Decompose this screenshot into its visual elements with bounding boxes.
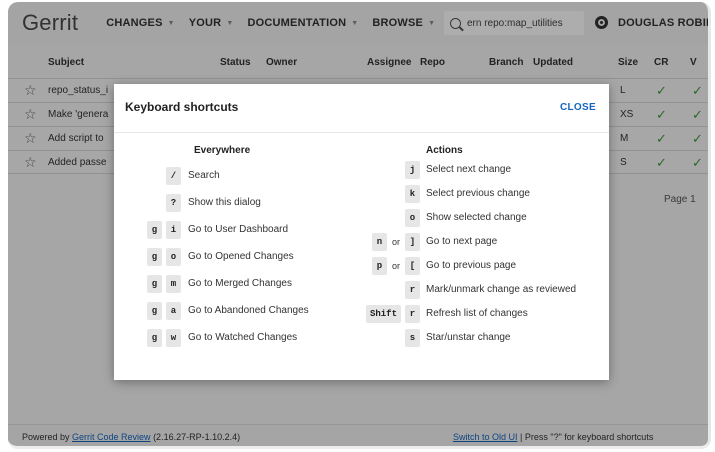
key-cap: r xyxy=(405,281,420,299)
shortcut-row: gw Go to Watched Changes xyxy=(114,328,344,348)
shortcut-label: Select next change xyxy=(426,164,512,175)
key-cap: g xyxy=(147,329,162,347)
key-cap: r xyxy=(405,305,420,323)
shortcut-row: k Select previous change xyxy=(344,184,609,204)
shortcut-row: s Star/unstar change xyxy=(344,328,609,348)
shortcut-row: / Search xyxy=(114,166,344,186)
shortcut-row: ga Go to Abandoned Changes xyxy=(114,301,344,321)
key-cap: g xyxy=(147,248,162,266)
key-cap: Shift xyxy=(365,305,401,323)
shortcut-label: Select previous change xyxy=(426,188,530,199)
shortcut-label: Go to User Dashboard xyxy=(188,224,289,235)
key-cap: w xyxy=(166,329,181,347)
shortcut-label: Mark/unmark change as reviewed xyxy=(426,284,577,295)
key-cap: / xyxy=(166,167,181,185)
shortcut-row: gm Go to Merged Changes xyxy=(114,274,344,294)
shortcut-row: o Show selected change xyxy=(344,208,609,228)
close-button[interactable]: CLOSE xyxy=(560,102,596,113)
key-cap: k xyxy=(405,185,420,203)
shortcut-row: gi Go to User Dashboard xyxy=(114,220,344,240)
shortcut-label: Go to previous page xyxy=(426,260,517,271)
key-cap: j xyxy=(405,161,420,179)
key-cap: g xyxy=(147,275,162,293)
dialog-title: Keyboard shortcuts xyxy=(125,100,239,114)
key-cap: [ xyxy=(405,257,420,275)
actions-heading: Actions xyxy=(426,145,463,156)
key-cap: a xyxy=(166,302,181,320)
key-cap: s xyxy=(405,329,420,347)
keyboard-shortcuts-dialog: Keyboard shortcuts CLOSE Everywhere Acti… xyxy=(114,84,609,380)
key-cap: g xyxy=(147,221,162,239)
gerrit-window: Gerrit CHANGES ▼ YOUR ▼ DOCUMENTATION ▼ BRO… xyxy=(8,2,711,449)
shortcut-label: Go to Watched Changes xyxy=(188,332,298,343)
shortcut-row: n or] Go to next page xyxy=(344,232,609,252)
shortcut-label: Go to Merged Changes xyxy=(188,278,292,289)
key-cap: g xyxy=(147,302,162,320)
shortcut-label: Show selected change xyxy=(426,212,527,223)
key-cap: ] xyxy=(405,233,420,251)
shortcut-row: go Go to Opened Changes xyxy=(114,247,344,267)
key-cap: m xyxy=(166,275,181,293)
shortcut-row: p or [ Go to previous page xyxy=(344,256,609,276)
shortcut-label: Refresh list of changes xyxy=(426,308,528,319)
shortcut-row: Shift r Refresh list of changes xyxy=(344,304,609,324)
key-cap: p xyxy=(371,257,387,275)
key-cap: o xyxy=(405,209,420,227)
shortcut-label: Search xyxy=(188,170,220,181)
key-cap: o xyxy=(166,248,181,266)
or-separator: or xyxy=(391,237,400,247)
shortcut-label: Star/unstar change xyxy=(426,332,511,343)
everywhere-heading: Everywhere xyxy=(194,145,251,156)
shortcut-label: Go to next page xyxy=(426,236,498,247)
shortcut-row: ? Show this dialog xyxy=(114,193,344,213)
shortcut-label: Go to Abandoned Changes xyxy=(188,305,309,316)
key-cap: i xyxy=(166,221,181,239)
key-cap: n xyxy=(371,233,387,251)
shortcut-label: Go to Opened Changes xyxy=(188,251,294,262)
dialog-divider xyxy=(114,132,609,133)
or-separator: or xyxy=(391,261,400,271)
shortcut-row: j Select next change xyxy=(344,160,609,180)
shortcut-row: r Mark/unmark change as reviewed xyxy=(344,280,609,300)
key-cap: ? xyxy=(166,194,181,212)
shortcut-label: Show this dialog xyxy=(188,197,261,208)
